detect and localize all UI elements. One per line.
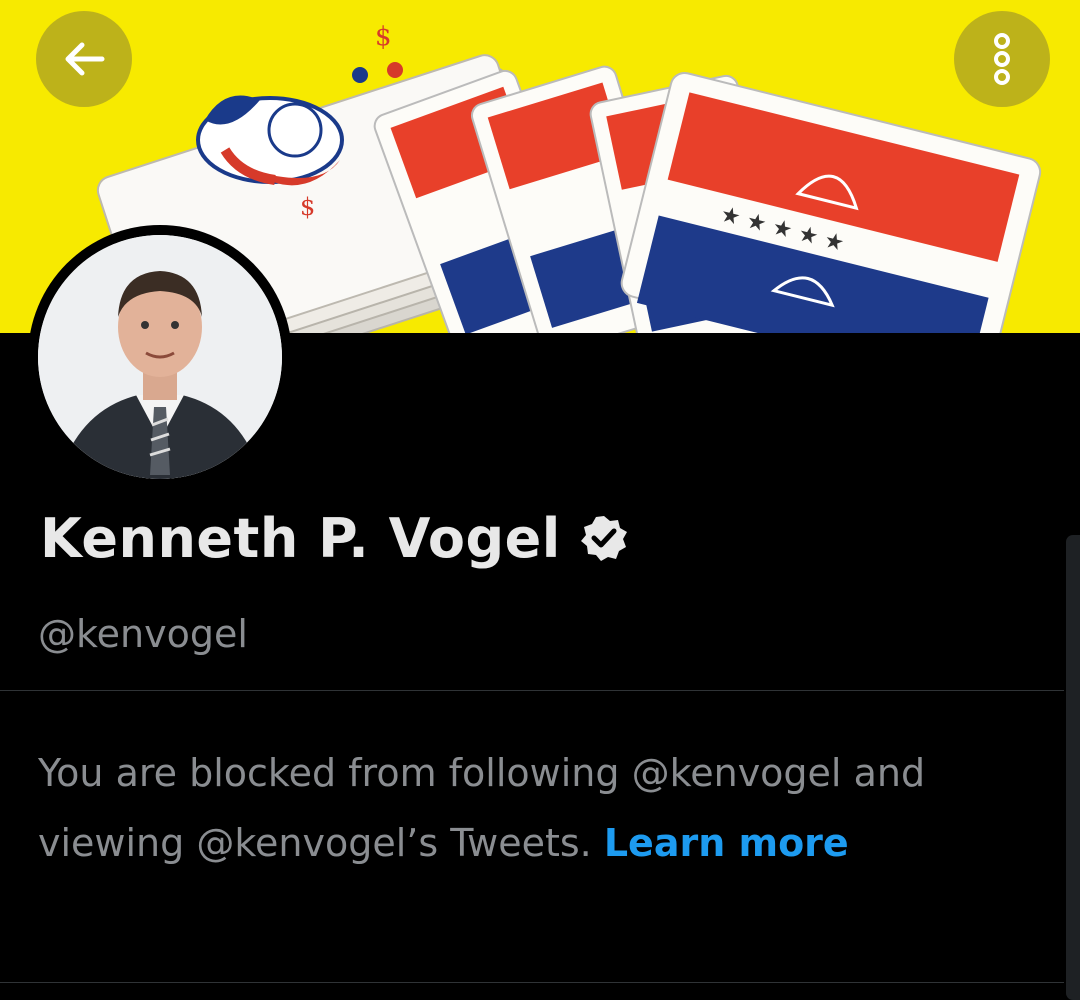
scrollbar[interactable] xyxy=(1066,535,1080,1000)
svg-text:$: $ xyxy=(375,22,392,52)
divider-bottom xyxy=(0,982,1064,983)
back-button[interactable] xyxy=(36,11,132,107)
profile-handle: @kenvogel xyxy=(38,612,248,656)
vertical-dots-icon xyxy=(994,33,1010,85)
blocked-notice: You are blocked from following @kenvogel… xyxy=(38,738,1028,878)
profile-name-row: Kenneth P. Vogel xyxy=(40,498,629,578)
avatar-photo xyxy=(38,235,282,479)
verified-badge-icon xyxy=(580,516,627,561)
arrow-left-icon xyxy=(65,42,105,76)
profile-avatar[interactable] xyxy=(28,225,292,489)
divider xyxy=(0,690,1064,691)
learn-more-link[interactable]: Learn more xyxy=(604,821,849,865)
more-options-button[interactable] xyxy=(954,11,1050,107)
profile-name: Kenneth P. Vogel xyxy=(40,506,561,570)
svg-text:$: $ xyxy=(300,193,315,221)
